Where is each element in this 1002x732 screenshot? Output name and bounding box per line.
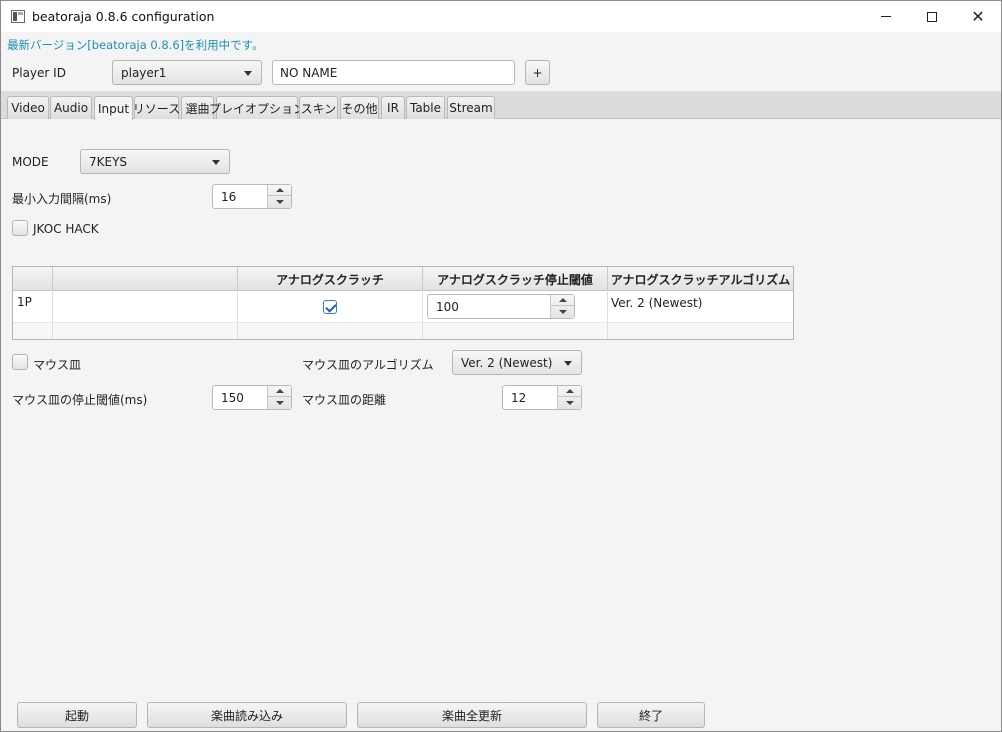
decrement-button[interactable] <box>268 196 291 207</box>
increment-button[interactable] <box>551 295 574 306</box>
analog-scratch-cell <box>238 292 423 322</box>
spinner-buttons <box>267 386 291 409</box>
decrement-button[interactable] <box>268 397 291 408</box>
analog-scratch-table: アナログスクラッチ アナログスクラッチ停止閾値 アナログスクラッチアルゴリズム … <box>12 266 794 340</box>
decrement-button[interactable] <box>558 397 581 408</box>
title-bar: beatoraja 0.8.6 configuration ✕ <box>1 1 1001 32</box>
column-header-algorithm[interactable]: アナログスクラッチアルゴリズム <box>608 267 793 291</box>
mode-select[interactable]: 7KEYS <box>80 149 230 174</box>
analog-scratch-checkbox[interactable] <box>323 300 337 314</box>
column-header[interactable] <box>53 267 238 291</box>
empty-cell <box>238 323 423 339</box>
arrow-up-icon <box>275 389 284 393</box>
app-icon <box>11 10 25 23</box>
tab-play-option[interactable]: プレイオプション <box>209 96 305 119</box>
table-header: アナログスクラッチ アナログスクラッチ停止閾値 アナログスクラッチアルゴリズム <box>13 267 793 291</box>
tab-bar: Video Audio Input リソース 選曲 プレイオプション スキン そ… <box>1 91 1001 120</box>
mouse-stop-threshold-value: 150 <box>221 391 244 405</box>
maximize-icon <box>927 11 937 22</box>
column-header-analog-scratch[interactable]: アナログスクラッチ <box>238 267 423 291</box>
jkoc-hack-checkbox[interactable] <box>12 220 28 236</box>
maximize-button[interactable] <box>909 1 955 32</box>
threshold-value: 100 <box>436 300 459 314</box>
player-id-select[interactable]: player1 <box>112 60 262 85</box>
close-button[interactable]: ✕ <box>955 1 1001 32</box>
chevron-down-icon <box>564 361 572 366</box>
tab-ir[interactable]: IR <box>381 96 405 119</box>
player-cell: 1P <box>13 292 53 322</box>
arrow-down-icon <box>558 309 567 314</box>
mouse-scratch-label: マウス皿 <box>33 358 82 372</box>
table-row-empty <box>13 322 793 339</box>
mouse-stop-threshold-label: マウス皿の停止閾値(ms) <box>12 393 148 407</box>
algorithm-cell-text: Ver. 2 (Newest) <box>611 296 703 310</box>
empty-cell <box>608 323 793 339</box>
empty-cell <box>13 323 53 339</box>
spinner-buttons <box>557 386 581 409</box>
close-icon: ✕ <box>971 6 985 26</box>
config-window: beatoraja 0.8.6 configuration ✕ 最新バージョン[… <box>0 0 1002 732</box>
arrow-down-icon <box>565 400 574 405</box>
chevron-down-icon <box>212 160 220 165</box>
player-cell-text: 1P <box>17 295 32 309</box>
version-notice: 最新バージョン[beatoraja 0.8.6]を利用中です。 <box>7 38 264 52</box>
minimize-button[interactable] <box>863 1 909 32</box>
add-player-button[interactable]: + <box>525 60 550 85</box>
tab-skin[interactable]: スキン <box>299 96 338 119</box>
increment-button[interactable] <box>268 185 291 196</box>
update-all-songs-button[interactable]: 楽曲全更新 <box>357 702 587 728</box>
mode-value: 7KEYS <box>89 155 128 169</box>
load-songs-button[interactable]: 楽曲読み込み <box>147 702 347 728</box>
minimize-icon <box>881 16 891 17</box>
spinner-buttons <box>550 295 574 318</box>
spinner-buttons <box>267 185 291 208</box>
table-row[interactable]: 1P 100 Ver. 2 (Newest) <box>13 292 793 322</box>
player-name-field[interactable] <box>272 60 515 85</box>
player-id-label: Player ID <box>12 66 66 80</box>
mouse-algorithm-value: Ver. 2 (Newest) <box>461 356 553 370</box>
arrow-down-icon <box>275 400 284 405</box>
column-header[interactable] <box>13 267 53 291</box>
chevron-down-icon <box>244 71 252 76</box>
arrow-up-icon <box>558 298 567 302</box>
tab-video[interactable]: Video <box>7 96 49 119</box>
empty-cell <box>53 323 238 339</box>
algorithm-cell[interactable]: Ver. 2 (Newest) <box>608 292 793 322</box>
mouse-scratch-checkbox[interactable] <box>12 354 28 370</box>
player-name-input[interactable] <box>273 61 514 84</box>
mode-label: MODE <box>12 155 49 169</box>
jkoc-hack-label: JKOC HACK <box>33 222 99 236</box>
column-header-threshold[interactable]: アナログスクラッチ停止閾値 <box>423 267 608 291</box>
increment-button[interactable] <box>268 386 291 397</box>
min-interval-value: 16 <box>221 190 237 204</box>
tab-resource[interactable]: リソース <box>133 96 180 119</box>
tab-table[interactable]: Table <box>406 96 445 119</box>
threshold-cell: 100 <box>423 292 608 322</box>
mouse-stop-threshold-spinner[interactable]: 150 <box>212 385 292 410</box>
increment-button[interactable] <box>558 386 581 397</box>
threshold-spinner[interactable]: 100 <box>427 294 575 319</box>
start-button[interactable]: 起動 <box>17 702 137 728</box>
mouse-algorithm-label: マウス皿のアルゴリズム <box>302 358 434 372</box>
tab-stream[interactable]: Stream <box>447 96 495 119</box>
exit-button[interactable]: 終了 <box>597 702 705 728</box>
tab-input[interactable]: Input <box>94 96 133 120</box>
window-title: beatoraja 0.8.6 configuration <box>32 9 215 24</box>
tab-audio[interactable]: Audio <box>50 96 92 119</box>
mouse-distance-spinner[interactable]: 12 <box>502 385 582 410</box>
tab-other[interactable]: その他 <box>340 96 379 119</box>
arrow-up-icon <box>275 188 284 192</box>
arrow-down-icon <box>275 199 284 204</box>
empty-cell <box>53 292 238 322</box>
min-interval-label: 最小入力間隔(ms) <box>12 192 112 206</box>
mouse-distance-value: 12 <box>511 391 527 405</box>
decrement-button[interactable] <box>551 306 574 317</box>
empty-cell <box>423 323 608 339</box>
mouse-distance-label: マウス皿の距離 <box>302 393 387 407</box>
arrow-up-icon <box>565 389 574 393</box>
player-id-value: player1 <box>121 66 167 80</box>
min-interval-spinner[interactable]: 16 <box>212 184 292 209</box>
mouse-algorithm-select[interactable]: Ver. 2 (Newest) <box>452 350 582 375</box>
